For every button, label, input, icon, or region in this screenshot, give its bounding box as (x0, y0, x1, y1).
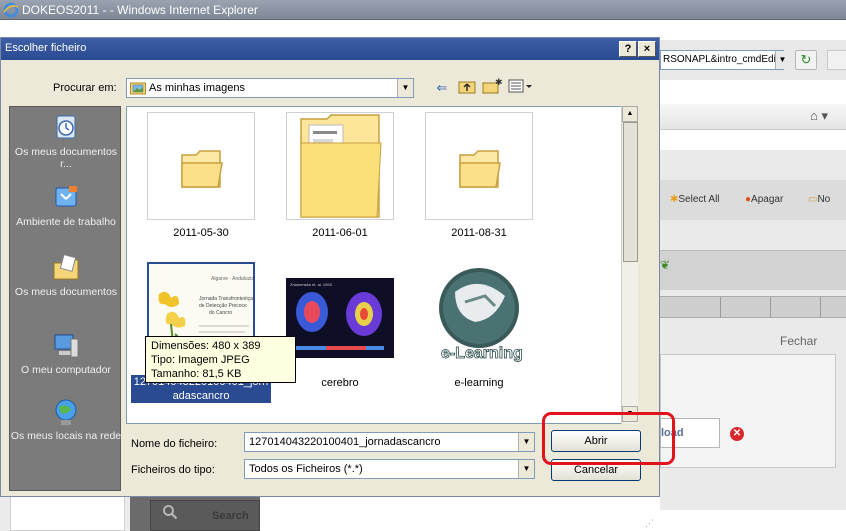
place-label: O meu computador (21, 364, 111, 376)
folder-icon (181, 150, 223, 188)
tooltip-size: Tamanho: 81,5 KB (151, 368, 242, 380)
place-recent-documents[interactable]: Os meus documentos r... (10, 113, 122, 170)
svg-text:e-Learning: e-Learning (441, 345, 523, 362)
chevron-down-icon[interactable]: ▼ (518, 460, 534, 478)
place-label: Os meus documentos r... (14, 146, 118, 170)
up-folder-icon[interactable] (456, 78, 478, 98)
command-bar: ⌂ ▾ (660, 104, 846, 130)
svg-text:Algarve · Andaluzia: Algarve · Andaluzia (211, 276, 253, 282)
upload-panel (660, 354, 836, 468)
svg-text:✱: ✱ (495, 78, 502, 87)
page-row (660, 250, 846, 290)
folder-icon (459, 150, 501, 188)
svg-text:Znamenska et. al. 1993: Znamenska et. al. 1993 (290, 282, 333, 287)
file-name: e-learning (454, 377, 504, 389)
close-button[interactable]: × (638, 41, 656, 57)
remove-icon[interactable]: ✕ (730, 427, 744, 441)
place-network[interactable]: Os meus locais na rede (10, 397, 122, 442)
file-thumbnail (425, 112, 533, 220)
close-link[interactable]: Fechar (780, 334, 817, 348)
pictures-folder-icon (130, 82, 146, 95)
refresh-button[interactable]: ↻ (795, 50, 817, 70)
search-icon[interactable] (162, 504, 178, 520)
folder-with-documents-icon (300, 114, 382, 218)
svg-text:Jornada Transfronteiriça: Jornada Transfronteiriça (199, 296, 253, 302)
address-dropdown-icon[interactable]: ▼ (775, 51, 789, 69)
file-name: 2011-06-01 (312, 227, 368, 239)
network-places-icon (55, 399, 77, 425)
elearning-thumbnail: e-Learning (439, 268, 523, 362)
search-label: Search (212, 510, 249, 522)
places-bar: Os meus documentos r... Ambiente de trab… (9, 106, 121, 491)
computer-icon (54, 334, 79, 358)
file-name-label: Nome do ficheiro: (131, 438, 218, 450)
file-name-input[interactable]: 127014043220100401_jornadascancro (244, 432, 535, 452)
file-name: 2011-08-31 (451, 227, 507, 239)
address-bar: RSONAPL&intro_cmdEdit ▼ ↻ (660, 40, 846, 80)
file-name: 2011-05-30 (173, 227, 229, 239)
page-footer-box (10, 496, 125, 531)
scroll-up-icon[interactable]: ▲ (622, 106, 638, 122)
page-grid (660, 296, 846, 318)
select-all-button[interactable]: ✱Select All (670, 194, 720, 205)
file-thumbnail: e-Learning (425, 262, 533, 370)
open-button-highlight (542, 412, 675, 465)
file-thumbnail (286, 112, 394, 220)
file-item[interactable]: 2011-06-01 (272, 112, 402, 252)
resize-grip-icon[interactable]: ⋰ (645, 518, 654, 529)
place-desktop[interactable]: Ambiente de trabalho (10, 183, 122, 228)
chevron-down-icon[interactable]: ▼ (518, 433, 534, 451)
ie-logo-icon (3, 2, 19, 18)
new-folder-icon[interactable]: ✱ (481, 77, 503, 98)
file-item[interactable]: 2011-08-31 (411, 112, 541, 252)
file-type-label: Ficheiros do tipo: (131, 464, 215, 476)
place-label: Os meus locais na rede (10, 430, 122, 442)
ie-titlebar: DOKEOS2011 - - Windows Internet Explorer (0, 0, 846, 20)
recent-documents-icon (56, 115, 76, 139)
file-thumbnail (147, 112, 255, 220)
address-input[interactable]: RSONAPL&intro_cmdEdit (660, 50, 784, 70)
brain-scan-thumbnail: Znamenska et. al. 1993 (286, 278, 394, 358)
grid-cell (820, 297, 821, 317)
look-in-label: Procurar em: (53, 82, 117, 94)
chevron-down-icon[interactable]: ▼ (397, 79, 413, 97)
window-title: DOKEOS2011 - - Windows Internet Explorer (22, 3, 258, 17)
dialog-titlebar: Escolher ficheiro ? × (1, 38, 659, 60)
place-my-computer[interactable]: O meu computador (10, 331, 122, 376)
place-label: Os meus documentos (14, 286, 118, 298)
toolbar-edge (827, 50, 846, 70)
scroll-thumb[interactable] (623, 122, 638, 262)
svg-text:de Detecção Precoce: de Detecção Precoce (199, 303, 247, 309)
grid-cell (720, 297, 721, 317)
home-icon[interactable]: ⌂ ▾ (810, 108, 840, 126)
file-type-select[interactable]: Todos os Ficheiros (*.*) (244, 459, 535, 479)
place-my-documents[interactable]: Os meus documentos (10, 253, 122, 298)
look-in-value: As minhas imagens (149, 82, 245, 94)
file-thumbnail: Znamenska et. al. 1993 (286, 262, 394, 370)
file-item[interactable]: 2011-05-30 (133, 112, 263, 252)
desktop-icon (55, 186, 77, 207)
my-documents-folder-icon (53, 254, 79, 280)
help-button[interactable]: ? (619, 41, 637, 57)
vertical-scrollbar[interactable]: ▲ ▼ (621, 106, 638, 424)
look-in-dropdown[interactable]: As minhas imagens ▼ (126, 78, 414, 98)
file-item[interactable]: e-Learning e-learning (411, 262, 541, 402)
tooltip-type: Tipo: Imagem JPEG (151, 354, 250, 366)
tooltip-dimensions: Dimensões: 480 x 389 (151, 340, 261, 352)
svg-text:do Cancro: do Cancro (209, 310, 232, 316)
dialog-title: Escolher ficheiro (5, 42, 87, 54)
back-arrow-icon[interactable]: ⇐ (431, 78, 453, 98)
delete-button[interactable]: ●Apagar (745, 194, 783, 205)
place-label: Ambiente de trabalho (16, 216, 116, 228)
grid-cell (770, 297, 771, 317)
views-menu-icon[interactable] (506, 78, 536, 98)
file-info-tooltip: Dimensões: 480 x 389 Tipo: Imagem JPEG T… (145, 336, 296, 383)
leaf-icon: ❦ (660, 258, 671, 272)
new-button[interactable]: ▭No (808, 194, 830, 205)
